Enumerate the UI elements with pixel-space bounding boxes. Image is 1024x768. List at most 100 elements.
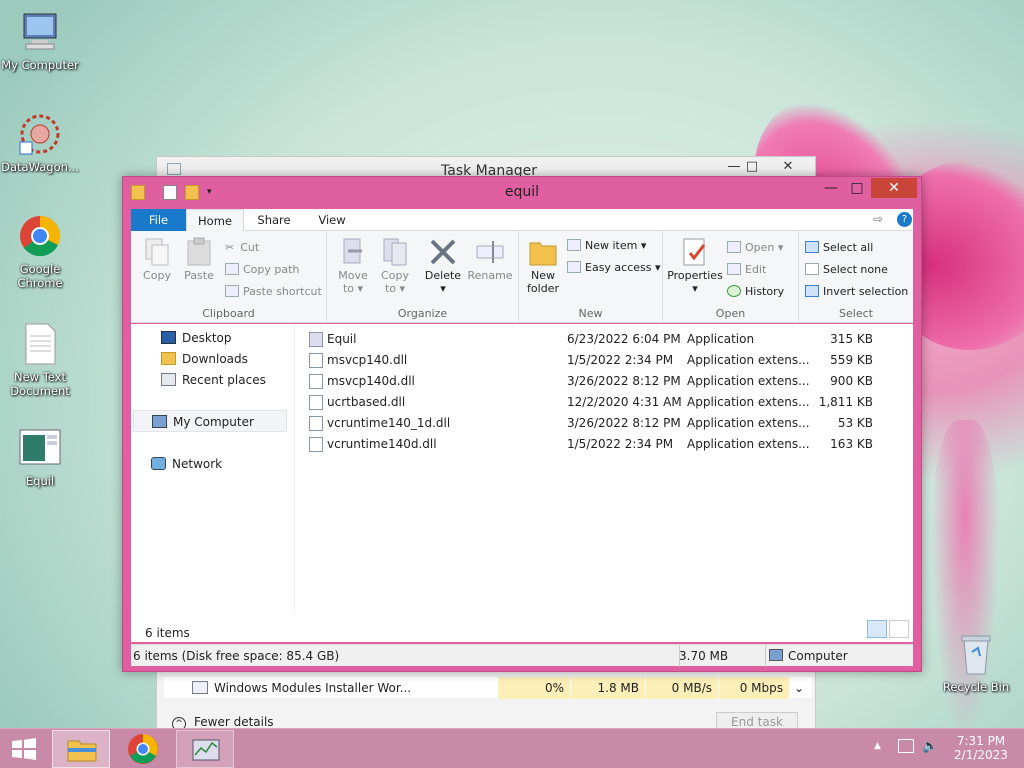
nav-item-recent[interactable]: Recent places (161, 373, 266, 387)
expand-ribbon-icon[interactable]: ⇨ (873, 212, 883, 226)
file-name: msvcp140d.dll (327, 374, 415, 388)
help-icon[interactable]: ? (897, 212, 912, 227)
taskbar-chrome[interactable] (114, 730, 172, 768)
file-row[interactable]: msvcp140.dll 1/5/2022 2:34 PM Application … (307, 350, 907, 371)
new-item-button[interactable]: New item ▾ (567, 239, 646, 252)
desktop-icon-label: Recycle Bin (942, 680, 1010, 694)
copy-button[interactable]: Copy (139, 237, 175, 282)
nav-label: Desktop (182, 331, 232, 345)
new-item-label: New item (585, 239, 638, 252)
open-icon (727, 241, 741, 253)
nav-item-downloads[interactable]: Downloads (161, 352, 248, 366)
fewer-details-label: Fewer details (194, 715, 274, 729)
file-date: 3/26/2022 8:12 PM (567, 416, 681, 430)
windows-logo-icon (12, 738, 36, 760)
tab-file[interactable]: File (131, 209, 186, 231)
desktop-icon-text-document[interactable]: New Text Document (0, 322, 80, 398)
delete-button[interactable]: Delete ▾ (423, 237, 463, 295)
file-type: Application extens... (687, 374, 810, 388)
paste-shortcut-icon (225, 285, 239, 297)
file-size: 559 KB (830, 353, 873, 367)
maximize-button[interactable]: □ (843, 178, 871, 198)
open-button[interactable]: Open ▾ (727, 241, 783, 254)
file-type: Application extens... (687, 416, 810, 430)
nav-item-network[interactable]: Network (151, 457, 222, 471)
computer-icon (18, 10, 62, 54)
close-button[interactable]: ✕ (771, 159, 805, 177)
network-icon (151, 457, 166, 470)
desktop-icon-chrome[interactable]: Google Chrome (0, 214, 80, 290)
tab-view[interactable]: View (307, 209, 357, 231)
file-name: Equil (327, 332, 357, 346)
desktop-icon-label: Google Chrome (17, 262, 63, 290)
desktop-icon-label: My Computer (1, 58, 79, 72)
file-row[interactable]: msvcp140d.dll 3/26/2022 8:12 PM Applicatio… (307, 371, 907, 392)
tab-home[interactable]: Home (186, 209, 244, 232)
copy-to-button[interactable]: Copy to ▾ (377, 237, 413, 295)
nav-item-desktop[interactable]: Desktop (161, 331, 232, 345)
clock[interactable]: 7:31 PM 2/1/2023 (950, 734, 1012, 762)
copy-path-button[interactable]: Copy path (225, 263, 299, 276)
details-view-button[interactable] (867, 620, 887, 638)
start-button[interactable] (0, 730, 48, 768)
easy-access-button[interactable]: Easy access ▾ (567, 261, 661, 274)
easy-access-label: Easy access (585, 261, 652, 274)
history-button[interactable]: History (727, 285, 784, 298)
window-title: equil (504, 184, 540, 200)
computer-icon (152, 415, 167, 428)
content-area: Desktop Downloads Recent places My Compu… (131, 324, 913, 642)
cut-button[interactable]: ✂ Cut (225, 241, 259, 254)
status-location: Computer (788, 649, 848, 663)
move-to-button[interactable]: Move to ▾ (335, 237, 371, 295)
file-row[interactable]: vcruntime140_1d.dll 3/26/2022 8:12 PM Appl… (307, 413, 907, 434)
desktop-icon-label: New Text Document (10, 370, 70, 398)
dll-file-icon (309, 416, 323, 431)
show-hidden-icons[interactable]: ▲ (874, 741, 881, 751)
computer-icon (769, 649, 783, 661)
item-count: 6 items (145, 626, 190, 640)
desktop-icon-datawagon[interactable]: DataWagon... (0, 112, 80, 174)
properties-button[interactable]: Properties ▾ (667, 237, 723, 295)
select-all-button[interactable]: Select all (805, 241, 873, 254)
properties-label: Properties (667, 269, 723, 282)
large-icons-view-button[interactable] (889, 620, 909, 638)
file-row[interactable]: vcruntime140d.dll 1/5/2022 2:34 PM Applica… (307, 434, 907, 455)
process-row[interactable]: Windows Modules Installer Wor... 0% 1.8 … (164, 676, 812, 699)
file-name: msvcp140.dll (327, 353, 408, 367)
paste-button[interactable]: Paste (181, 237, 217, 282)
file-name: vcruntime140d.dll (327, 437, 437, 451)
network-tray-icon[interactable] (898, 739, 914, 753)
scroll-down-icon[interactable]: ⌄ (794, 681, 804, 695)
desktop-icon-my-computer[interactable]: My Computer (0, 10, 80, 72)
new-folder-button[interactable]: New folder (523, 237, 563, 295)
file-row[interactable]: ucrtbased.dll 12/2/2020 4:31 AM Applicatio… (307, 392, 907, 413)
file-row[interactable]: Equil 6/23/2022 6:04 PM Application 315 KB (307, 329, 907, 350)
select-none-button[interactable]: Select none (805, 263, 888, 276)
invert-selection-icon (805, 285, 819, 297)
paste-shortcut-button[interactable]: Paste shortcut (225, 285, 322, 298)
close-button[interactable]: ✕ (871, 178, 917, 198)
explorer-window[interactable]: ▾ equil — □ ✕ File Home Share View ⇨ ? C… (122, 176, 922, 672)
desktop-icon-recycle-bin[interactable]: Recycle Bin (936, 632, 1016, 694)
copy-path-icon (225, 263, 239, 275)
explorer-titlebar[interactable]: ▾ equil — □ ✕ (123, 177, 921, 207)
rename-button[interactable]: Rename (467, 237, 513, 282)
minimize-button[interactable]: — (817, 178, 845, 198)
task-manager-icon (192, 739, 220, 761)
delete-label: Delete (424, 269, 462, 282)
file-date: 12/2/2020 4:31 AM (567, 395, 682, 409)
maximize-button[interactable]: □ (735, 159, 769, 177)
copy-to-label-2: to (384, 282, 396, 295)
nav-item-my-computer[interactable]: My Computer (133, 410, 287, 432)
desktop-icon (161, 331, 176, 344)
taskbar-file-explorer[interactable] (52, 730, 110, 768)
file-size: 1,811 KB (818, 395, 873, 409)
chrome-icon (128, 734, 158, 764)
taskbar-task-manager[interactable] (176, 730, 234, 768)
edit-button[interactable]: Edit (727, 263, 766, 276)
invert-selection-button[interactable]: Invert selection (805, 285, 908, 298)
volume-icon[interactable]: 🔈 (922, 739, 938, 754)
tab-share[interactable]: Share (249, 209, 299, 231)
select-none-icon (805, 263, 819, 275)
desktop-icon-equil[interactable]: Equil (0, 426, 80, 488)
